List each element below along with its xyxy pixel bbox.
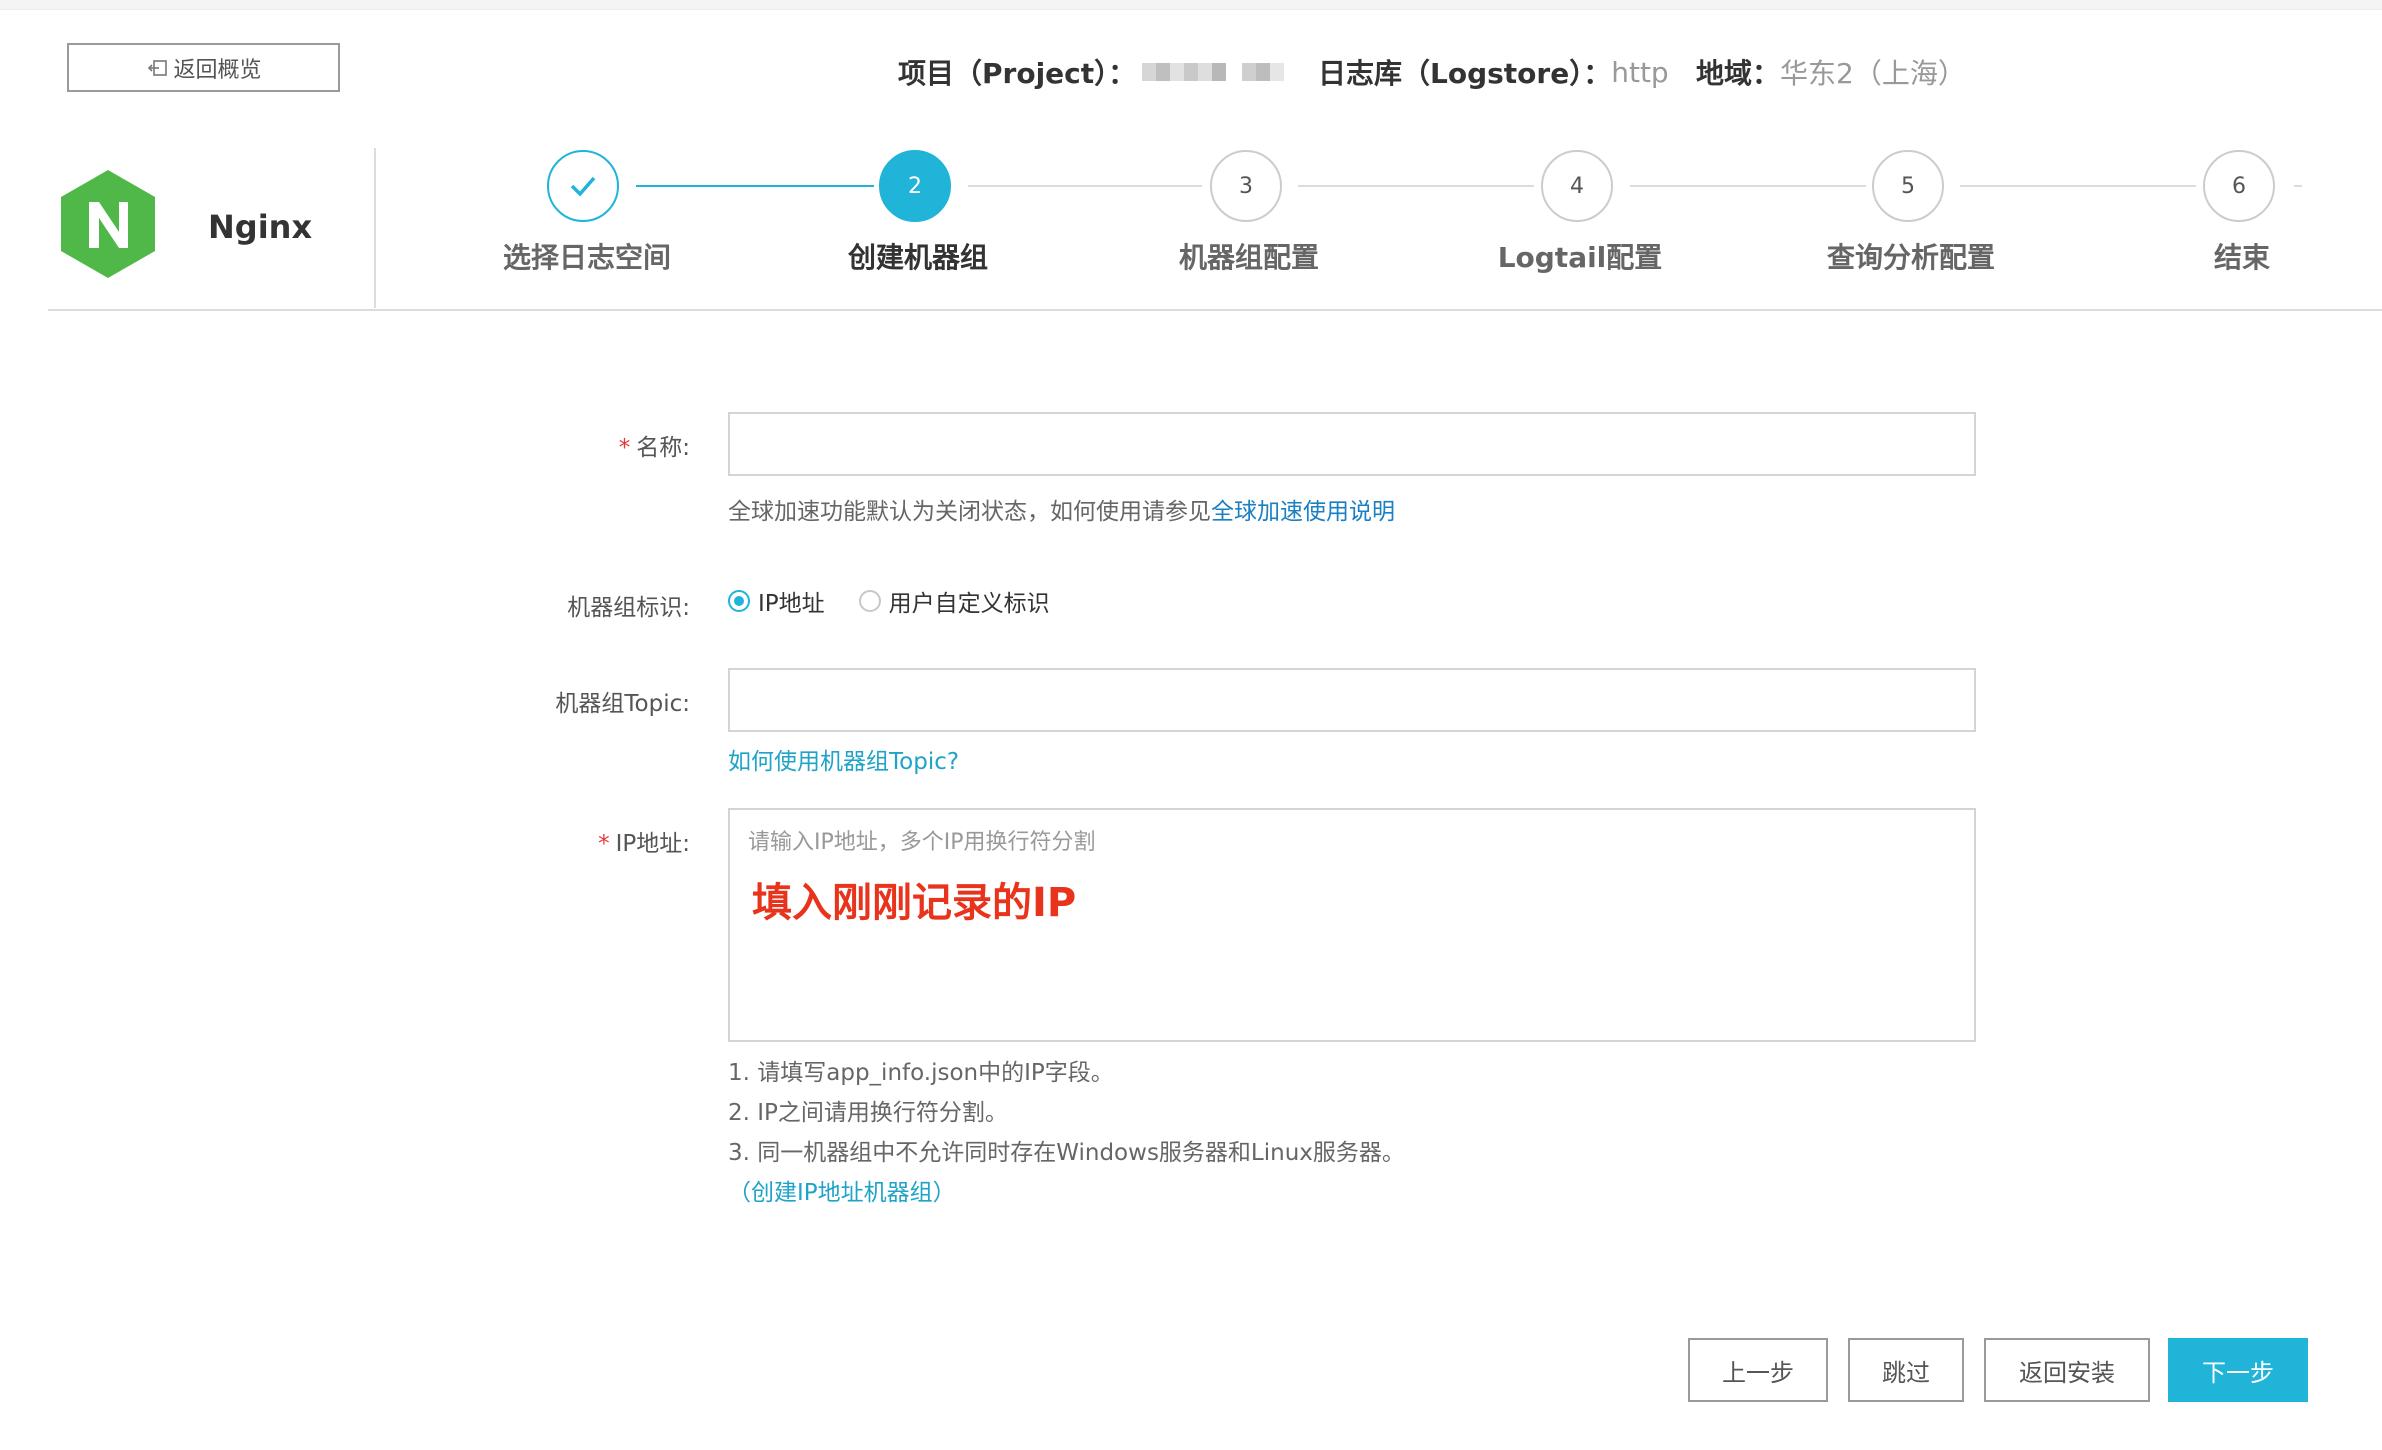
required-mark: *	[618, 435, 631, 461]
radio-button-checked[interactable]	[728, 590, 750, 612]
step-connector	[968, 185, 1202, 187]
nginx-logo-icon	[61, 170, 155, 278]
radio-ip-label: IP地址	[758, 591, 825, 617]
ip-placeholder: 请输入IP地址，多个IP用换行符分割	[748, 830, 1096, 855]
ip-label: IP地址:	[615, 831, 690, 857]
name-input[interactable]	[728, 412, 1976, 476]
step-connector	[1630, 185, 1866, 187]
logstore-value: http	[1611, 55, 1669, 89]
back-to-install-button[interactable]: 返回安装	[1984, 1338, 2150, 1402]
region-key: 地域：	[1696, 57, 1781, 90]
project-info: 项目（Project）：	[898, 52, 1285, 92]
note-item: 1. 请填写app_info.json中的IP字段。	[728, 1060, 1114, 1086]
logstore-info: 日志库（Logstore）： http	[1318, 52, 1669, 92]
radio-custom-id[interactable]: 用户自定义标识	[858, 584, 1050, 618]
radio-custom-label: 用户自定义标识	[888, 591, 1050, 617]
step-4-label: Logtail配置	[1497, 241, 1663, 274]
required-mark: *	[598, 831, 610, 857]
step-1-circle	[547, 150, 619, 222]
accel-doc-link[interactable]: 全球加速使用说明	[1211, 499, 1395, 525]
region-value: 华东2（上海）	[1780, 57, 1966, 90]
step-1-label: 选择日志空间	[502, 241, 671, 274]
check-icon	[570, 176, 596, 197]
step-5-circle: 5	[1872, 150, 1944, 222]
back-label: 返回概览	[173, 57, 262, 83]
project-key: 项目（Project）：	[898, 57, 1137, 90]
region-info: 地域： 华东2（上海）	[1696, 52, 1966, 92]
identity-label: 机器组标识:	[567, 595, 690, 621]
step-6-circle: 6	[2203, 150, 2275, 222]
note-item: 3. 同一机器组中不允许同时存在Windows服务器和Linux服务器。	[728, 1140, 1405, 1166]
name-label-row: * 名称:	[290, 428, 690, 462]
step-connector	[1298, 185, 1534, 187]
ip-notes: 1. 请填写app_info.json中的IP字段。 2. IP之间请用换行符分…	[728, 1053, 1405, 1213]
step-connector	[636, 185, 874, 187]
step-3-label: 机器组配置	[1178, 241, 1319, 274]
step-6-label: 结束	[2213, 241, 2270, 274]
note-item: 2. IP之间请用换行符分割。	[728, 1100, 1008, 1126]
top-divider	[0, 0, 2382, 10]
identity-radio-group: IP地址 用户自定义标识	[728, 584, 1084, 618]
topic-input[interactable]	[728, 668, 1976, 732]
step-5-label: 查询分析配置	[1826, 241, 1995, 274]
app-name: Nginx	[208, 208, 313, 246]
accel-help: 全球加速功能默认为关闭状态，如何使用请参见全球加速使用说明	[728, 492, 1395, 526]
step-2-circle: 2	[879, 150, 951, 222]
topic-label: 机器组Topic:	[555, 691, 690, 717]
step-2-label: 创建机器组	[847, 241, 988, 274]
annotation-text: 填入刚刚记录的IP	[752, 880, 1077, 926]
skip-button[interactable]: 跳过	[1848, 1338, 1964, 1402]
next-step-button[interactable]: 下一步	[2168, 1338, 2308, 1402]
create-ip-group-link[interactable]: （创建IP地址机器组）	[728, 1173, 1405, 1213]
app-logo-panel: Nginx	[48, 148, 376, 308]
exit-icon	[148, 59, 168, 76]
logstore-key: 日志库（Logstore）：	[1318, 57, 1612, 90]
back-to-overview-button[interactable]: 返回概览	[67, 43, 340, 92]
step-connector-tail	[2294, 185, 2302, 187]
topic-help-link[interactable]: 如何使用机器组Topic?	[728, 742, 959, 776]
step-4-circle: 4	[1541, 150, 1613, 222]
step-3-circle: 3	[1210, 150, 1282, 222]
accel-help-text: 全球加速功能默认为关闭状态，如何使用请参见	[728, 499, 1211, 525]
project-value-redacted	[1142, 63, 1285, 81]
wizard-divider	[48, 309, 2382, 311]
radio-button[interactable]	[858, 590, 881, 612]
step-connector	[1960, 185, 2196, 187]
ip-label-row: * IP地址:	[290, 824, 690, 858]
prev-step-button[interactable]: 上一步	[1688, 1338, 1828, 1402]
name-label: 名称:	[636, 435, 690, 461]
radio-ip-address[interactable]: IP地址	[728, 584, 825, 618]
